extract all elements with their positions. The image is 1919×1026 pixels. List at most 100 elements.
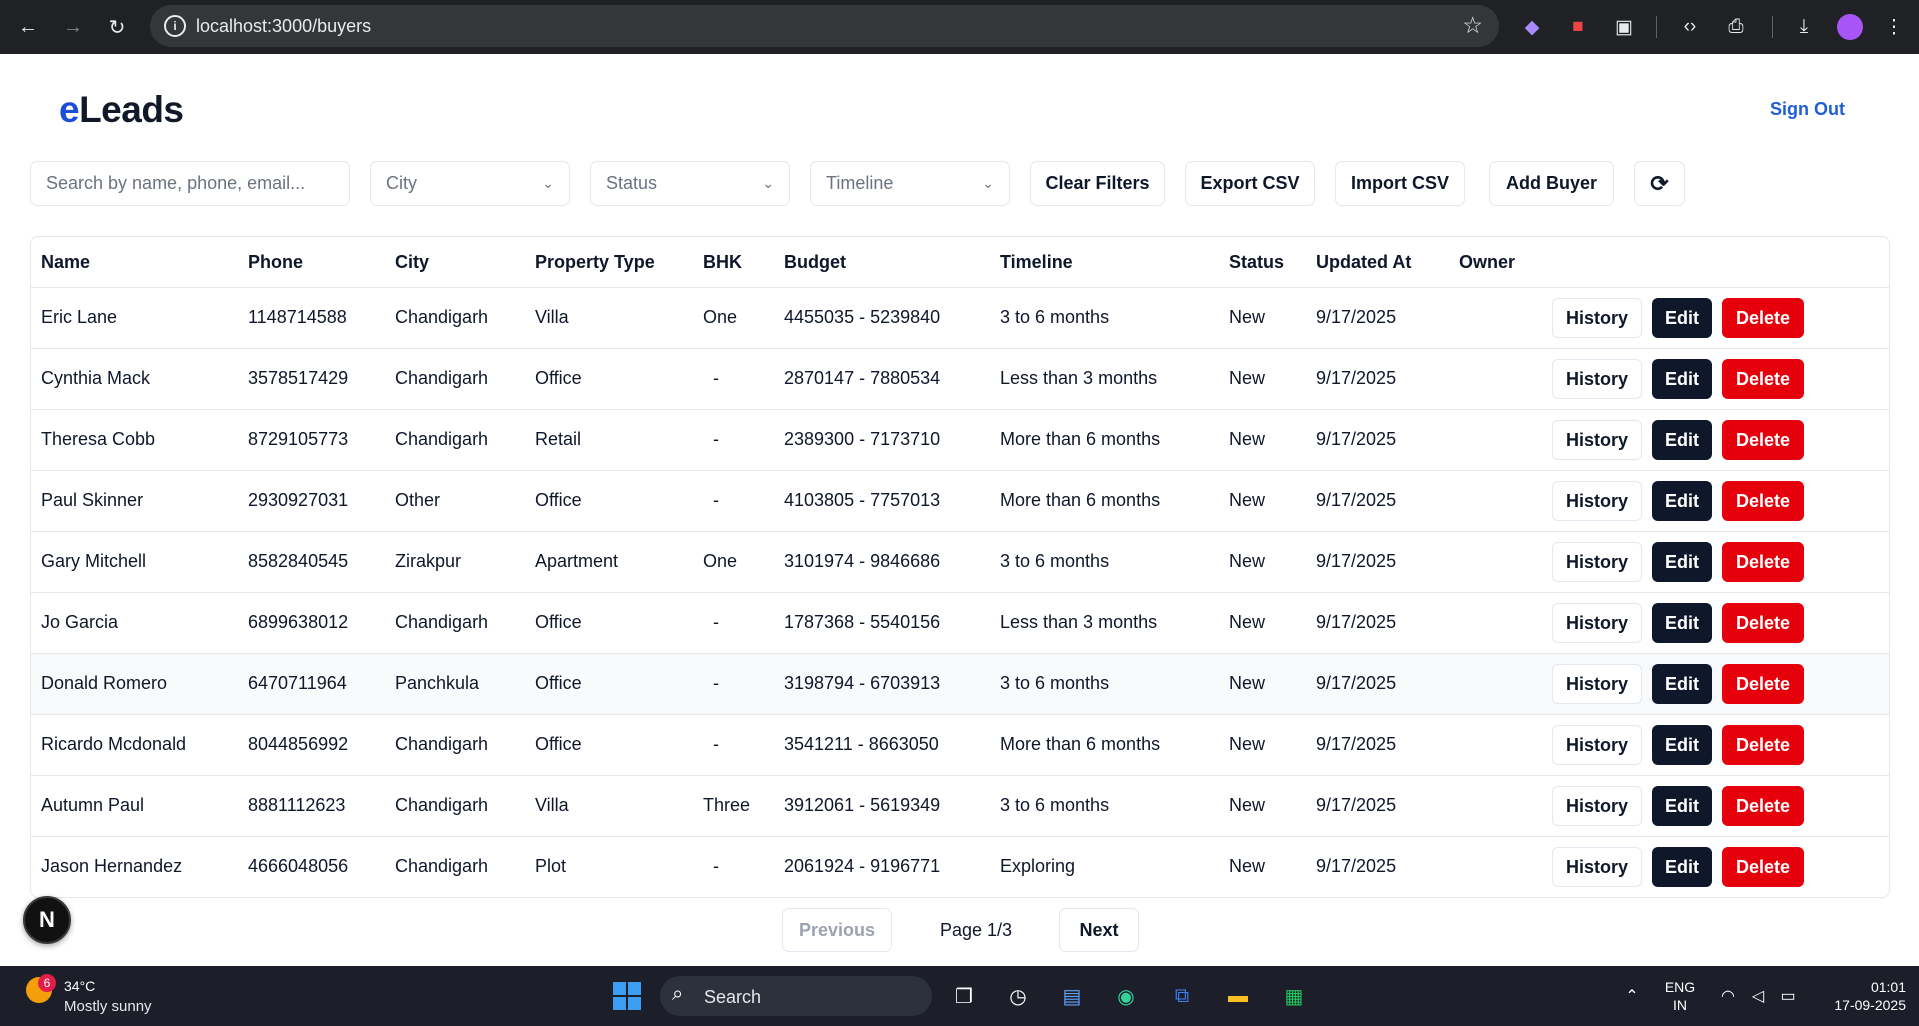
wifi-icon[interactable]: ◠ [1712, 980, 1744, 1012]
sign-out-link[interactable]: Sign Out [1770, 99, 1845, 120]
cell-city: Chandigarh [395, 429, 489, 449]
taskbar-search[interactable]: ⌕ Search [660, 976, 932, 1016]
timeline-select[interactable]: Timeline ⌄ [810, 161, 1010, 206]
edit-button[interactable]: Edit [1652, 298, 1712, 338]
weather-temperature: 34°C [64, 978, 96, 994]
history-button[interactable]: History [1552, 359, 1642, 399]
bookmark-star-icon[interactable]: ☆ [1462, 12, 1483, 39]
nextjs-dev-badge[interactable]: N [23, 896, 71, 944]
battery-icon[interactable]: ▭ [1772, 980, 1804, 1012]
delete-button[interactable]: Delete [1722, 298, 1804, 338]
export-csv-button[interactable]: Export CSV [1185, 161, 1315, 206]
windows-start-icon[interactable] [611, 980, 643, 1012]
edit-button[interactable]: Edit [1652, 359, 1712, 399]
site-info-icon[interactable]: i [164, 15, 186, 37]
history-button[interactable]: History [1552, 725, 1642, 765]
clock-date: 17-09-2025 [1834, 997, 1906, 1013]
cell-updated-at: 9/17/2025 [1316, 673, 1397, 693]
cell-timeline: Less than 3 months [1000, 368, 1158, 388]
edit-button[interactable]: Edit [1652, 603, 1712, 643]
download-icon[interactable]: ⤓ [1790, 13, 1818, 41]
next-button[interactable]: Next [1059, 908, 1139, 952]
delete-button[interactable]: Delete [1722, 664, 1804, 704]
history-button[interactable]: History [1552, 664, 1642, 704]
edit-button[interactable]: Edit [1652, 481, 1712, 521]
cell-city: Chandigarh [395, 734, 489, 754]
back-icon[interactable]: ← [12, 11, 44, 43]
cell-name: Jason Hernandez [41, 856, 183, 876]
delete-button[interactable]: Delete [1722, 786, 1804, 826]
devtools-code-icon[interactable]: ‹› [1676, 13, 1704, 41]
extension-lock-icon[interactable]: ■ [1564, 13, 1592, 41]
clock-app-icon[interactable]: ◷ [1002, 980, 1034, 1012]
history-button[interactable]: History [1552, 481, 1642, 521]
extensions-puzzle-icon[interactable]: ▣ [1610, 13, 1638, 41]
delete-button[interactable]: Delete [1722, 420, 1804, 460]
history-button[interactable]: History [1552, 786, 1642, 826]
table-row: Theresa Cobb 8729105773 Chandigarh Retail - 2… [31, 410, 1889, 471]
status-select-placeholder: Status [606, 173, 658, 193]
history-button[interactable]: History [1552, 298, 1642, 338]
profile-avatar-icon[interactable] [1836, 13, 1864, 41]
delete-button[interactable]: Delete [1722, 725, 1804, 765]
menu-kebab-icon[interactable]: ⋮ [1880, 13, 1908, 41]
history-button[interactable]: History [1552, 420, 1642, 460]
print-icon[interactable]: ⎙ [1722, 13, 1750, 41]
language-indicator[interactable]: ENG IN [1660, 978, 1700, 1014]
cell-property-type: Villa [535, 795, 569, 815]
edit-button[interactable]: Edit [1652, 847, 1712, 887]
notepad-icon[interactable]: ▤ [1056, 980, 1088, 1012]
volume-icon[interactable]: ◁ [1742, 980, 1774, 1012]
edit-button[interactable]: Edit [1652, 542, 1712, 582]
chrome-icon[interactable]: ◉ [1110, 980, 1142, 1012]
header-updated-at: Updated At [1316, 252, 1412, 272]
cell-budget: 2870147 - 7880534 [784, 368, 941, 388]
clock[interactable]: 01:01 17-09-2025 [1812, 978, 1906, 1014]
previous-button[interactable]: Previous [782, 908, 892, 952]
cell-timeline: 3 to 6 months [1000, 551, 1110, 571]
search-input[interactable] [30, 161, 350, 206]
delete-button[interactable]: Delete [1722, 847, 1804, 887]
add-buyer-button[interactable]: Add Buyer [1489, 161, 1614, 206]
forward-icon[interactable]: → [57, 11, 89, 43]
excel-icon[interactable]: ▦ [1278, 980, 1310, 1012]
cell-bhk: One [703, 551, 738, 571]
delete-button[interactable]: Delete [1722, 603, 1804, 643]
cell-updated-at: 9/17/2025 [1316, 612, 1397, 632]
refresh-icon[interactable]: ⟳ [1634, 161, 1685, 206]
cell-updated-at: 9/17/2025 [1316, 734, 1397, 754]
edit-button[interactable]: Edit [1652, 725, 1712, 765]
cell-updated-at: 9/17/2025 [1316, 368, 1397, 388]
edit-button[interactable]: Edit [1652, 420, 1712, 460]
reload-icon[interactable]: ↻ [101, 11, 133, 43]
header-bhk: BHK [703, 252, 742, 272]
cell-timeline: More than 6 months [1000, 490, 1161, 510]
brand-rest: Leads [79, 89, 184, 130]
edit-button[interactable]: Edit [1652, 786, 1712, 826]
cell-name: Ricardo Mcdonald [41, 734, 187, 754]
task-view-icon[interactable]: ❐ [948, 980, 980, 1012]
extension-ghost-icon[interactable]: ◆ [1518, 13, 1546, 41]
history-button[interactable]: History [1552, 542, 1642, 582]
table-row: Autumn Paul 8881112623 Chandigarh Villa Thre… [31, 776, 1889, 837]
clear-filters-button[interactable]: Clear Filters [1030, 161, 1165, 206]
brand-logo[interactable]: eLeads [59, 89, 184, 131]
delete-button[interactable]: Delete [1722, 359, 1804, 399]
cell-budget: 1787368 - 5540156 [784, 612, 941, 632]
city-select[interactable]: City ⌄ [370, 161, 570, 206]
header-status: Status [1229, 252, 1285, 272]
history-button[interactable]: History [1552, 847, 1642, 887]
address-bar[interactable]: i localhost:3000/buyers ☆ [150, 5, 1499, 47]
cell-budget: 4455035 - 5239840 [784, 307, 941, 327]
import-csv-button[interactable]: Import CSV [1335, 161, 1465, 206]
history-button[interactable]: History [1552, 603, 1642, 643]
cell-phone: 8044856992 [248, 734, 349, 754]
file-explorer-icon[interactable]: ▬ [1222, 980, 1254, 1012]
toolbar-divider [1772, 16, 1773, 38]
status-select[interactable]: Status ⌄ [590, 161, 790, 206]
delete-button[interactable]: Delete [1722, 542, 1804, 582]
delete-button[interactable]: Delete [1722, 481, 1804, 521]
edit-button[interactable]: Edit [1652, 664, 1712, 704]
vscode-icon[interactable]: ⧉ [1166, 980, 1198, 1012]
chevron-up-icon[interactable]: ⌃ [1616, 980, 1648, 1012]
